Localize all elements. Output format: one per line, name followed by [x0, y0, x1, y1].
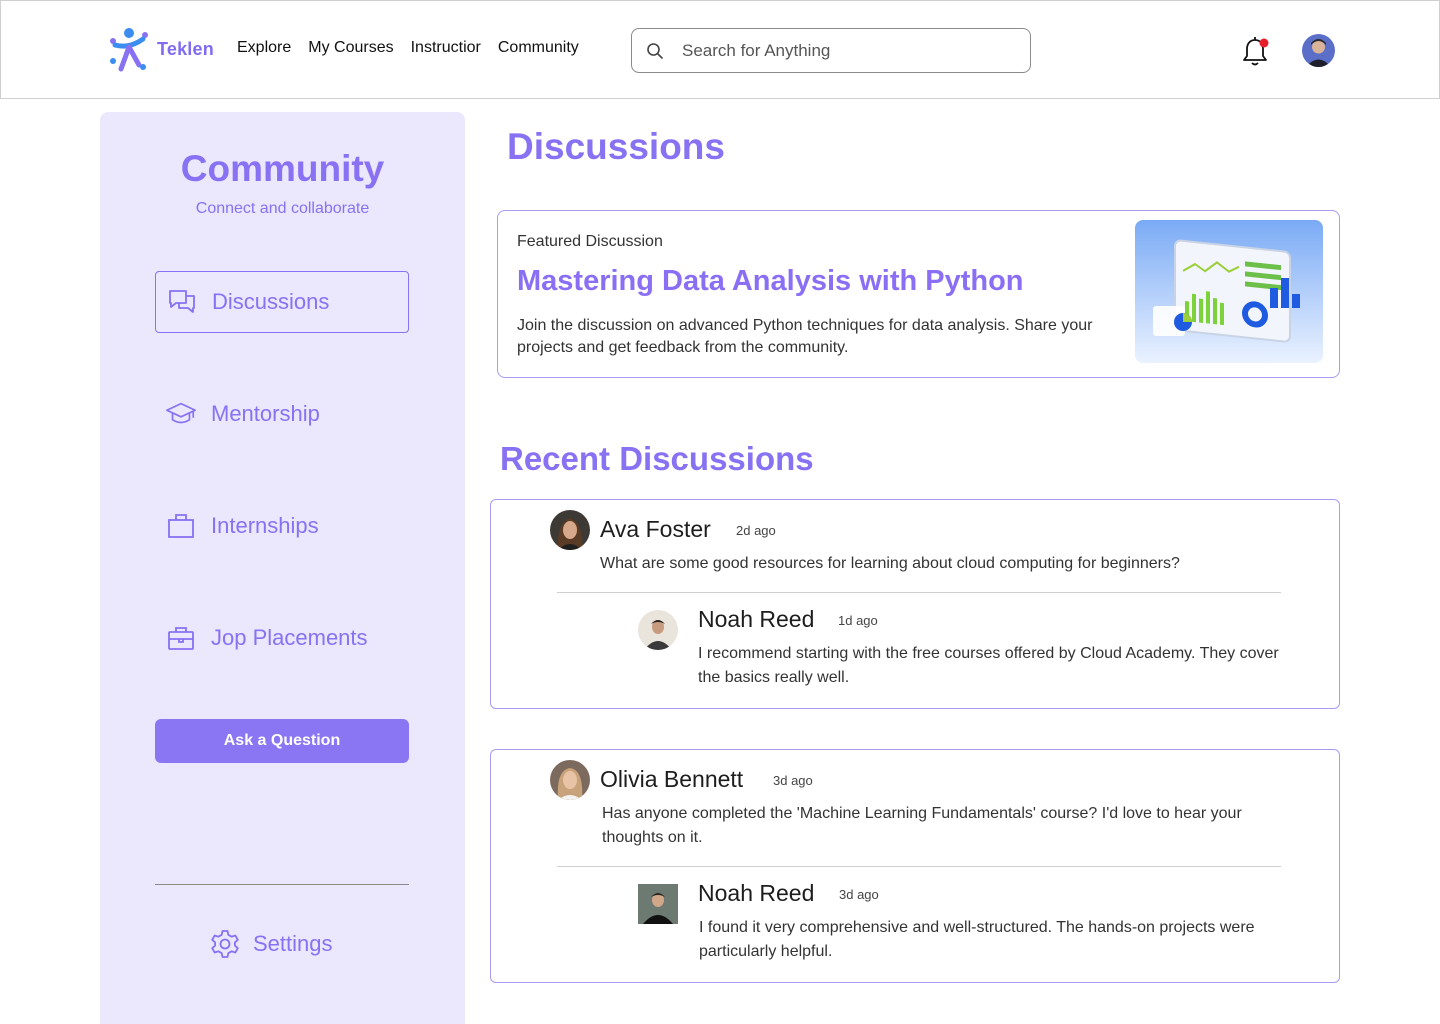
- community-sidebar: Community Connect and collaborate Discus…: [100, 112, 465, 1024]
- recent-discussions-heading: Recent Discussions: [500, 440, 814, 477]
- reply-timestamp: 1d ago: [838, 613, 878, 628]
- author-name[interactable]: Olivia Bennett: [600, 766, 743, 793]
- top-navbar: Teklen Explore My Courses Instructior Co…: [0, 0, 1440, 99]
- reply-timestamp: 3d ago: [839, 887, 879, 902]
- sidebar-item-label: Internships: [211, 513, 319, 538]
- logo-icon: [110, 28, 148, 72]
- thread-divider: [557, 866, 1281, 867]
- post-text: Has anyone completed the 'Machine Learni…: [602, 805, 1242, 846]
- user-avatar[interactable]: [1302, 34, 1335, 67]
- post-text: What are some good resources for learnin…: [600, 555, 1180, 572]
- post-timestamp: 2d ago: [736, 523, 776, 538]
- ask-question-button[interactable]: Ask a Question: [155, 719, 409, 763]
- sidebar-item-label: Discussions: [212, 289, 330, 314]
- thread-divider: [557, 592, 1281, 593]
- reply-author-name[interactable]: Noah Reed: [698, 880, 814, 907]
- graduation-cap-icon: [165, 398, 197, 430]
- page-title: Discussions: [507, 126, 725, 167]
- brand-logo[interactable]: Teklen: [107, 25, 214, 73]
- reply-text: I recommend starting with the free cours…: [698, 645, 1279, 686]
- sidebar-item-job-placements[interactable]: Jop Placements: [155, 607, 409, 669]
- reply-author-avatar[interactable]: [638, 884, 678, 924]
- sidebar-subtitle: Connect and collaborate: [195, 200, 370, 217]
- reply-text: I found it very comprehensive and well-s…: [699, 919, 1255, 960]
- discussion-thread[interactable]: Olivia Bennett 3d ago Has anyone complet…: [490, 749, 1340, 983]
- author-avatar[interactable]: [550, 510, 590, 550]
- sidebar-divider: [155, 884, 409, 885]
- sidebar-item-label: Jop Placements: [211, 625, 368, 650]
- sidebar-item-label: Mentorship: [211, 401, 320, 426]
- featured-illustration: [1135, 220, 1323, 363]
- settings-label: Settings: [253, 931, 333, 956]
- briefcase-icon: [165, 622, 197, 654]
- reply-author-name[interactable]: Noah Reed: [698, 606, 814, 633]
- main-nav: Explore My Courses Instructior Community: [237, 39, 579, 57]
- nav-explore[interactable]: Explore: [237, 39, 291, 57]
- featured-label: Featured Discussion: [517, 233, 663, 250]
- brand-name: Teklen: [157, 38, 214, 59]
- sidebar-item-discussions[interactable]: Discussions: [155, 271, 409, 333]
- bag-icon: [165, 510, 197, 542]
- sidebar-item-mentorship[interactable]: Mentorship: [155, 383, 409, 445]
- gear-icon: [211, 930, 239, 958]
- featured-title[interactable]: Mastering Data Analysis with Python: [517, 265, 1024, 298]
- nav-community[interactable]: Community: [498, 39, 579, 57]
- discussion-thread[interactable]: Ava Foster 2d ago What are some good res…: [490, 499, 1340, 709]
- chat-bubbles-icon: [166, 286, 198, 318]
- bell-icon[interactable]: [1241, 35, 1271, 67]
- author-avatar[interactable]: [550, 760, 590, 800]
- sidebar-item-internships[interactable]: Internships: [155, 495, 409, 557]
- search-input[interactable]: [682, 40, 1002, 61]
- settings-link[interactable]: Settings: [209, 928, 333, 960]
- sidebar-title: Community: [180, 148, 385, 189]
- nav-my-courses[interactable]: My Courses: [308, 39, 393, 57]
- reply-author-avatar[interactable]: [638, 610, 678, 650]
- search-icon: [647, 42, 663, 59]
- search-bar: [631, 28, 1031, 73]
- featured-description: Join the discussion on advanced Python t…: [517, 317, 1093, 356]
- author-name[interactable]: Ava Foster: [600, 516, 711, 543]
- featured-discussion-card[interactable]: Featured Discussion Mastering Data Analy…: [497, 210, 1340, 378]
- post-timestamp: 3d ago: [773, 773, 813, 788]
- nav-instructor[interactable]: Instructior: [411, 39, 481, 57]
